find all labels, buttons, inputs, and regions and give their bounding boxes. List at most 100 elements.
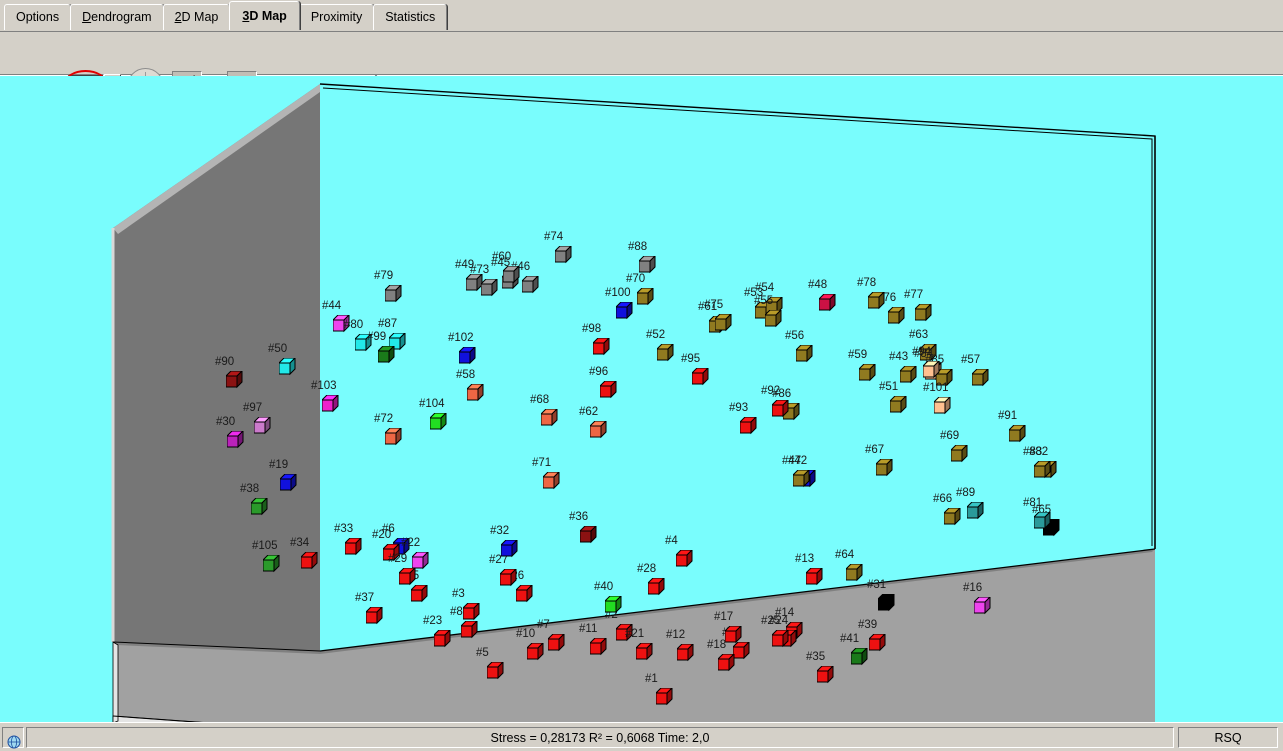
- tab-dendrogram[interactable]: Dendrogram: [70, 4, 164, 30]
- tab-options[interactable]: Options: [4, 4, 72, 30]
- point-label: #30: [216, 416, 236, 428]
- point-label: #32: [490, 525, 510, 537]
- point-label: #56: [785, 330, 805, 342]
- point-label: #67: [865, 444, 885, 456]
- point-label: #31: [867, 579, 887, 591]
- point-label: #72: [374, 413, 394, 425]
- point-label: #98: [582, 323, 602, 335]
- point-label: #7: [537, 619, 550, 631]
- point-label: #57: [961, 354, 981, 366]
- point-label: #55: [754, 295, 774, 307]
- point-label: #70: [626, 273, 646, 285]
- point-label: #54: [755, 282, 775, 294]
- point-label: #41: [840, 633, 860, 645]
- point-label: #48: [808, 279, 828, 291]
- tab-list: Options Dendrogram 2D Map 3D Map Proximity St…: [4, 1, 448, 30]
- point-label: #63: [909, 329, 929, 341]
- point-label: #10: [516, 628, 536, 640]
- point-label: #13: [795, 553, 815, 565]
- plot-frame: [111, 83, 1156, 722]
- toolbar: Nb clusters: 26: [0, 32, 1283, 105]
- status-icon-panel: [2, 727, 24, 749]
- point-label: #20: [372, 529, 392, 541]
- point-label: #64: [835, 549, 855, 561]
- point-label: #102: [448, 332, 474, 344]
- point-label: #35: [806, 651, 826, 663]
- point-label: #33: [334, 523, 354, 535]
- point-label: #94: [912, 346, 932, 358]
- point-label: #97: [243, 402, 263, 414]
- point-label: #73: [470, 264, 490, 276]
- point-label: #12: [666, 629, 686, 641]
- point-label: #52: [646, 329, 666, 341]
- point-label: #101: [923, 382, 949, 394]
- point-label: #81: [1023, 497, 1043, 509]
- point-label: #44: [322, 300, 342, 312]
- point-label: #16: [963, 582, 983, 594]
- point-label: #89: [956, 487, 976, 499]
- point-label: #68: [530, 394, 550, 406]
- back-wall-top-edge-inner: [322, 87, 1153, 546]
- point-label: #29: [388, 553, 408, 565]
- tab-3dmap[interactable]: 3D Map: [229, 1, 300, 30]
- point-label: #95: [681, 353, 701, 365]
- point-label: #105: [252, 540, 278, 552]
- point-label: #40: [594, 581, 614, 593]
- point-label: #47: [782, 455, 802, 467]
- point-label: #36: [569, 511, 589, 523]
- point-label: #39: [858, 619, 878, 631]
- point-label: #51: [879, 381, 899, 393]
- tab-2dmap[interactable]: 2D Map: [162, 4, 231, 30]
- point-label: #74: [544, 231, 564, 243]
- point-label: #69: [940, 430, 960, 442]
- point-label: #50: [268, 343, 288, 355]
- point-label: #71: [532, 457, 552, 469]
- point-label: #25: [761, 615, 781, 627]
- point-label: #96: [589, 366, 609, 378]
- point-label: #43: [889, 351, 909, 363]
- point-label: #1: [645, 673, 658, 685]
- point-label: #93: [729, 402, 749, 414]
- point-label: #59: [848, 349, 868, 361]
- point-label: #79: [374, 270, 394, 282]
- point-label: #83: [1023, 446, 1043, 458]
- point-label: #34: [290, 537, 310, 549]
- base-slab-left: [112, 641, 119, 722]
- point-label: #100: [605, 287, 631, 299]
- point-label: #90: [215, 356, 235, 368]
- point-label: #77: [904, 289, 924, 301]
- point-label: #80: [344, 319, 364, 331]
- status-message: Stress = 0,28173 R² = 0,6068 Time: 2,0: [26, 727, 1174, 748]
- point-label: #92: [761, 385, 781, 397]
- point-label: #5: [476, 647, 489, 659]
- point-label: #21: [625, 628, 645, 640]
- back-wall-top-edge: [319, 83, 1156, 549]
- point-label: #103: [311, 380, 337, 392]
- point-label: #11: [579, 623, 598, 635]
- point-label: #66: [933, 493, 953, 505]
- point-label: #37: [355, 592, 375, 604]
- point-label: #58: [456, 369, 476, 381]
- point-label: #60: [492, 251, 512, 263]
- point-label: #99: [367, 331, 387, 343]
- point-label: #38: [240, 483, 260, 495]
- point-label: #91: [998, 410, 1018, 422]
- globe-icon: [7, 735, 21, 749]
- point-label: #75: [704, 299, 724, 311]
- tab-statistics[interactable]: Statistics: [373, 4, 448, 30]
- point-label: #19: [269, 459, 289, 471]
- point-label: #23: [423, 615, 443, 627]
- point-label: #28: [637, 563, 657, 575]
- point-label: #17: [714, 611, 734, 623]
- point-label: #3: [452, 588, 465, 600]
- point-label: #18: [707, 639, 727, 651]
- point-label: #8: [450, 606, 463, 618]
- status-bar: Stress = 0,28173 R² = 0,6068 Time: 2,0 R…: [0, 722, 1283, 751]
- point-label: #22: [401, 537, 421, 549]
- tab-strip: Options Dendrogram 2D Map 3D Map Proximity St…: [0, 0, 1283, 32]
- point-label: #104: [419, 398, 445, 410]
- point-label: #78: [857, 277, 877, 289]
- 3d-map-plot[interactable]: #1#2#3#4#5#6#7#8#9#10#11#12#13#14#15#16#…: [0, 76, 1283, 722]
- tab-proximity[interactable]: Proximity: [298, 4, 375, 30]
- point-label: #87: [378, 318, 398, 330]
